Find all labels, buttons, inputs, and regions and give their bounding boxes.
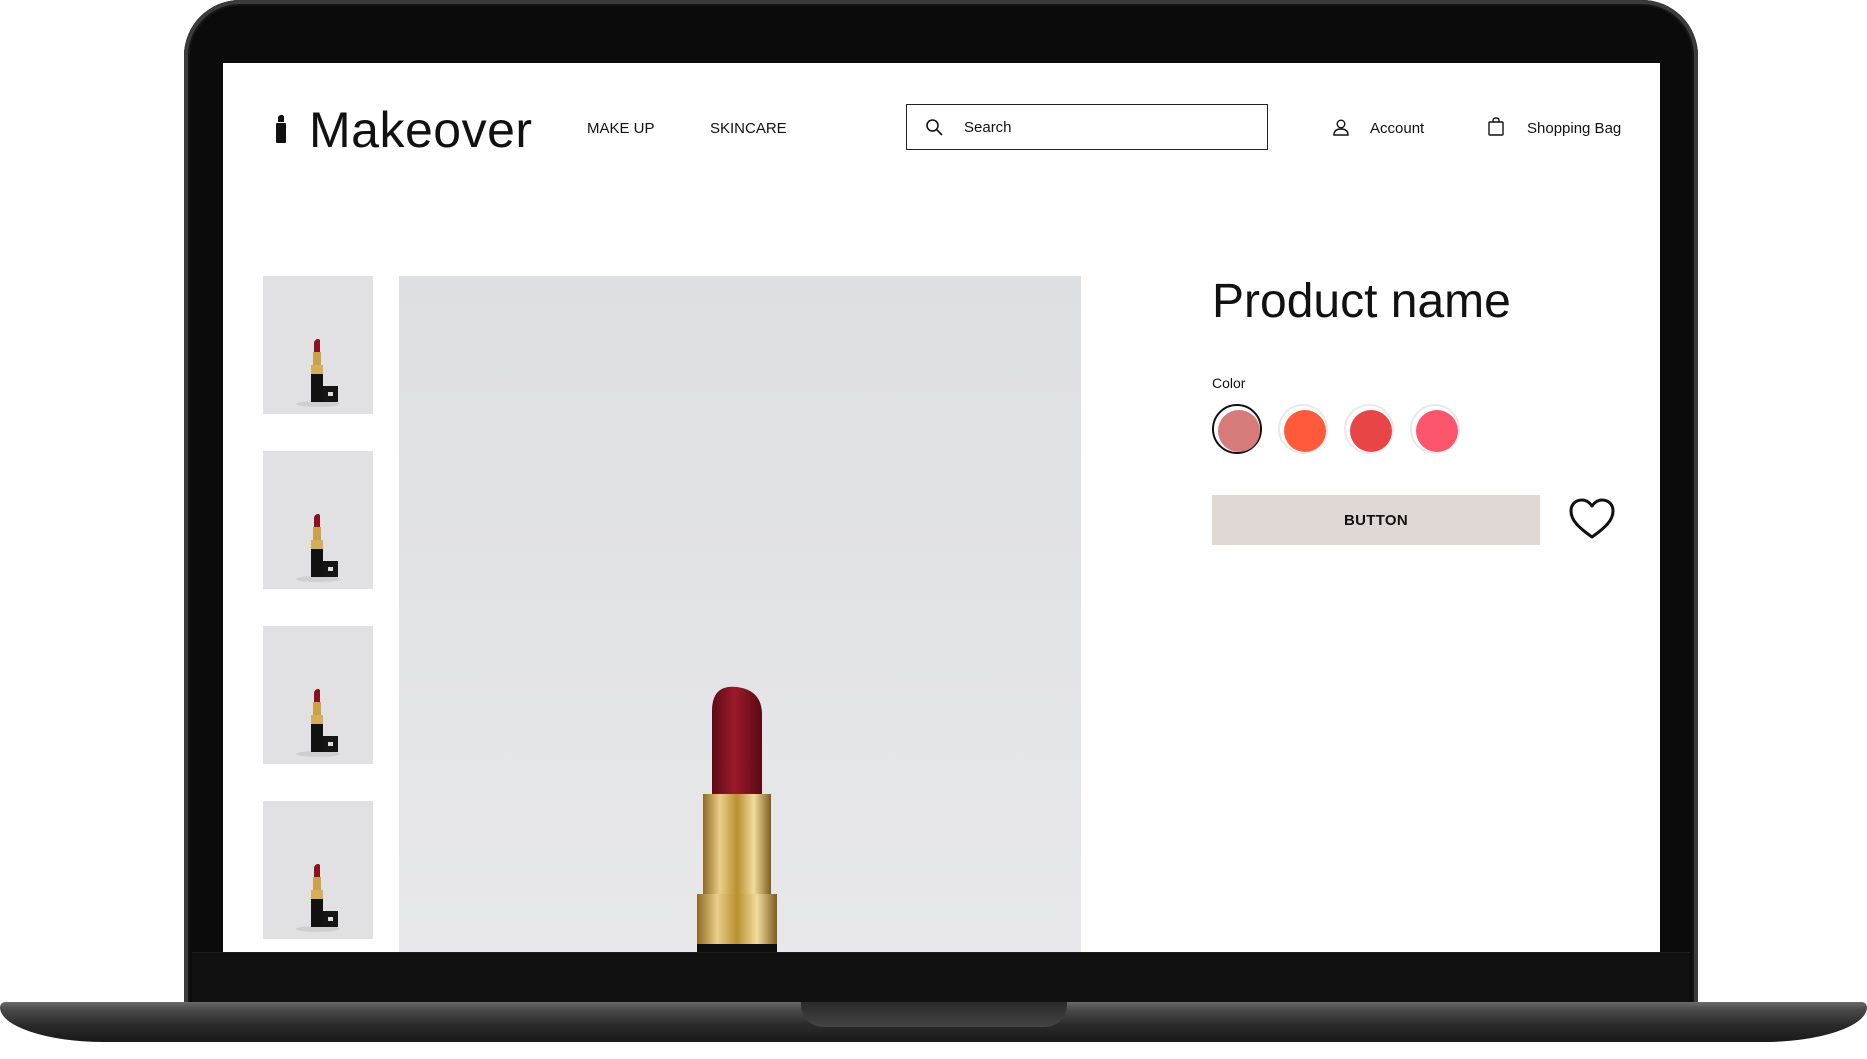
color-label: Color xyxy=(1212,375,1246,391)
swatch-fill xyxy=(1284,410,1326,452)
laptop-notch xyxy=(801,1002,1067,1027)
account-link[interactable]: Account xyxy=(1370,120,1424,137)
nav-skincare[interactable]: SKINCARE xyxy=(710,120,787,137)
color-swatch-3[interactable] xyxy=(1344,404,1394,454)
lipstick-photo-thumb xyxy=(263,451,373,589)
shopping-bag-link[interactable]: Shopping Bag xyxy=(1527,120,1621,137)
lipstick-photo xyxy=(697,686,777,952)
product-name: Product name xyxy=(1212,275,1511,328)
color-swatch-2[interactable] xyxy=(1278,404,1328,454)
thumbnail-2[interactable] xyxy=(263,451,373,589)
lipstick-photo-thumb xyxy=(263,801,373,939)
swatch-fill xyxy=(1218,410,1260,452)
shopping-bag-icon[interactable] xyxy=(1488,117,1504,136)
heart-icon[interactable] xyxy=(1568,497,1616,541)
site-header: Makeover MAKE UP SKINCARE Account Shoppi… xyxy=(223,63,1660,193)
search-box[interactable] xyxy=(906,104,1268,150)
search-icon xyxy=(926,119,943,136)
lipstick-icon xyxy=(276,114,286,143)
brand-logo[interactable]: Makeover xyxy=(309,101,533,159)
screen: Makeover MAKE UP SKINCARE Account Shoppi… xyxy=(223,63,1660,952)
thumbnail-1[interactable] xyxy=(263,276,373,414)
main-product-image xyxy=(399,276,1081,952)
thumbnail-4[interactable] xyxy=(263,801,373,939)
color-swatch-4[interactable] xyxy=(1410,404,1460,454)
thumbnail-3[interactable] xyxy=(263,626,373,764)
lipstick-photo-thumb xyxy=(263,276,373,414)
swatch-fill xyxy=(1416,410,1458,452)
color-swatch-1[interactable] xyxy=(1212,404,1262,454)
account-icon[interactable] xyxy=(1332,118,1350,136)
nav-makeup[interactable]: MAKE UP xyxy=(587,120,655,137)
add-to-bag-button[interactable]: BUTTON xyxy=(1212,495,1540,545)
lipstick-photo-thumb xyxy=(263,626,373,764)
search-input[interactable] xyxy=(962,105,1256,150)
swatch-fill xyxy=(1350,410,1392,452)
